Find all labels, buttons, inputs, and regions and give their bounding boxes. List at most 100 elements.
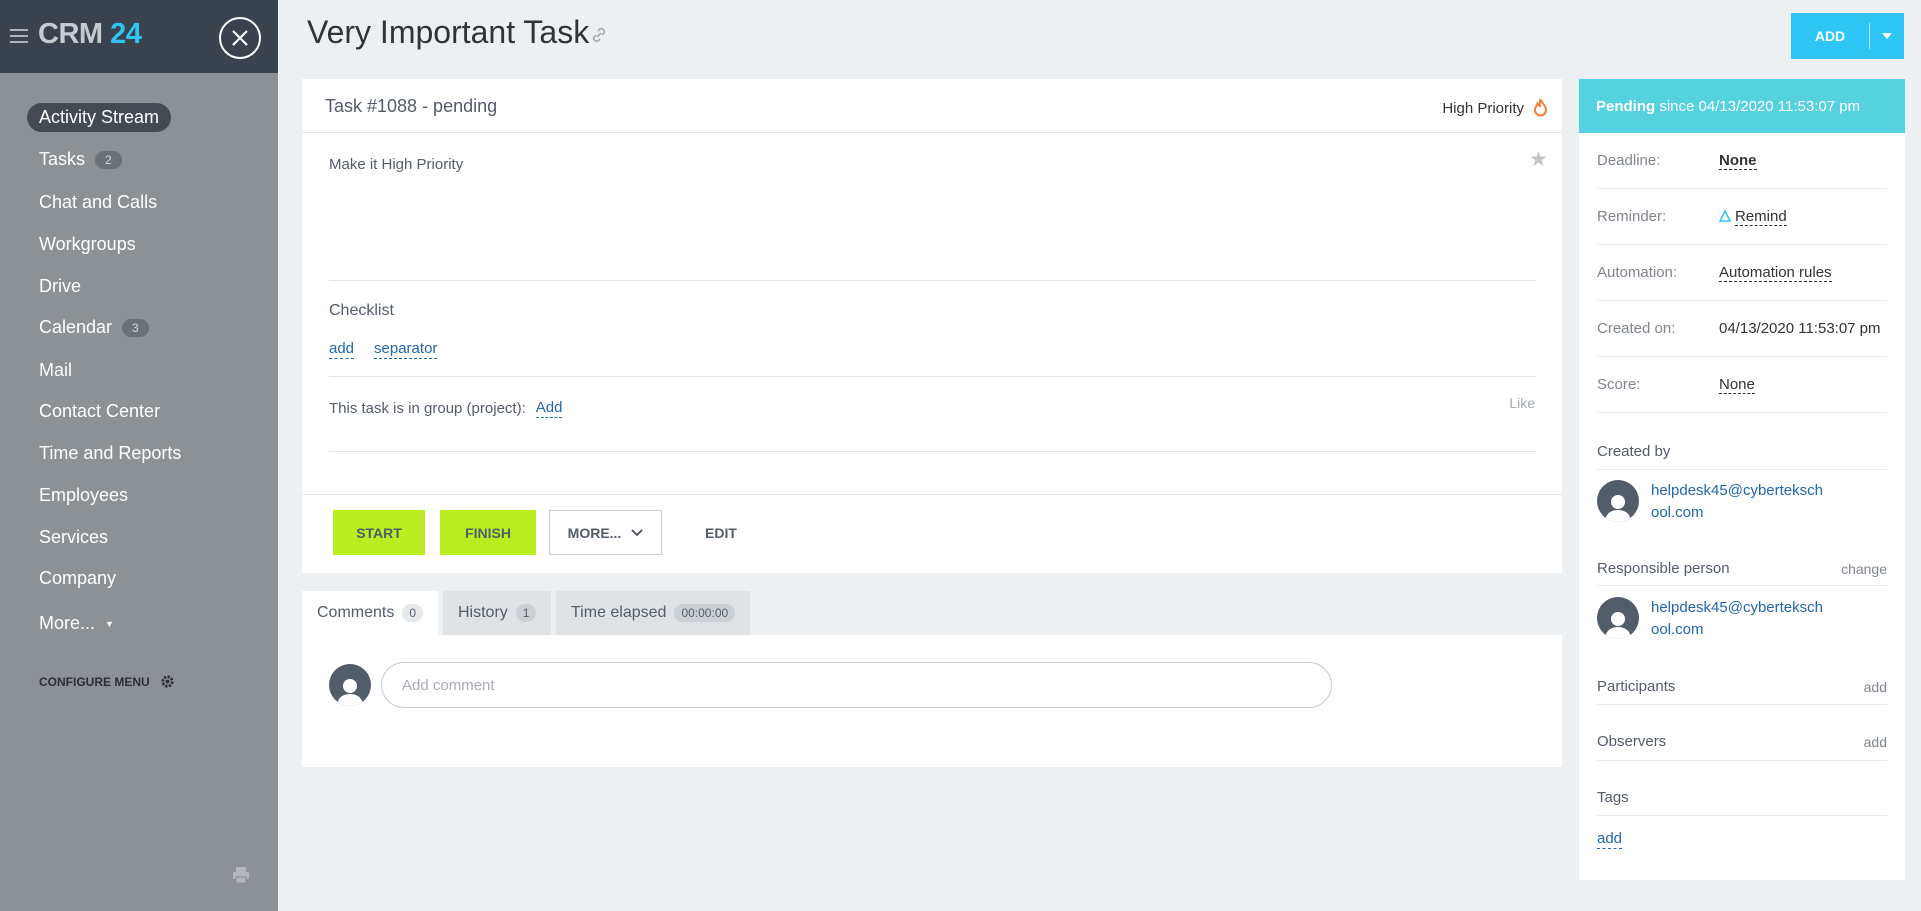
sidebar-item-label: Drive xyxy=(39,276,82,296)
more-button-label: MORE... xyxy=(567,524,622,541)
logo[interactable]: CRM 24 xyxy=(38,18,142,51)
close-slider-button[interactable] xyxy=(219,17,261,59)
divider xyxy=(1597,760,1887,761)
responsible-email-link[interactable]: helpdesk45@cybertekschool.com xyxy=(1651,597,1826,641)
user-icon xyxy=(337,679,363,706)
close-icon xyxy=(232,30,248,46)
task-header: Task #1088 - pending High Priority xyxy=(302,79,1562,133)
star-icon[interactable]: ★ xyxy=(1529,147,1548,172)
checklist-title: Checklist xyxy=(329,302,394,319)
configure-menu-button[interactable]: CONFIGURE MENU xyxy=(39,674,175,689)
avatar[interactable] xyxy=(1597,480,1639,522)
divider xyxy=(1597,469,1887,470)
remind-link[interactable]: Remind xyxy=(1719,208,1787,226)
created-on-row: Created on: 04/13/2020 11:53:07 pm xyxy=(1597,301,1887,357)
add-dropdown-arrow[interactable] xyxy=(1870,33,1904,39)
sidebar-item-label: Tasks xyxy=(39,149,86,169)
observers-add-link[interactable]: add xyxy=(1864,734,1887,750)
like-link[interactable]: Like xyxy=(1509,395,1535,411)
gear-icon xyxy=(161,675,174,688)
score-value[interactable]: None xyxy=(1719,376,1755,394)
created-by-label: Created by xyxy=(1597,443,1671,460)
sidebar-item-label: Activity Stream xyxy=(39,107,160,127)
sidebar-item-company[interactable]: Company xyxy=(39,568,116,589)
status-label: Pending xyxy=(1596,97,1656,115)
divider xyxy=(329,280,1536,281)
row-label: Deadline: xyxy=(1597,152,1661,169)
tab-time-elapsed[interactable]: Time elapsed 00:00:00 xyxy=(556,591,751,635)
edit-button[interactable]: EDIT xyxy=(690,510,752,555)
sidebar-item-employees[interactable]: Employees xyxy=(39,485,128,506)
add-button-label: ADD xyxy=(1814,28,1846,44)
automation-row: Automation: Automation rules xyxy=(1597,245,1887,301)
sidebar-item-chat-and-calls[interactable]: Chat and Calls xyxy=(39,192,157,213)
chevron-down-icon xyxy=(1882,33,1892,39)
tab-count: 00:00:00 xyxy=(674,604,736,622)
participants-add-link[interactable]: add xyxy=(1864,679,1887,695)
tags-label: Tags xyxy=(1597,789,1629,806)
task-card: Task #1088 - pending High Priority ★ Mak… xyxy=(302,79,1562,573)
sidebar-item-mail[interactable]: Mail xyxy=(39,360,72,381)
score-row: Score: None xyxy=(1597,357,1887,413)
checklist-add-link[interactable]: add xyxy=(329,340,355,359)
tab-comments[interactable]: Comments 0 xyxy=(302,591,439,635)
comment-placeholder: Add comment xyxy=(402,676,495,694)
sidebar-item-label: Calendar xyxy=(39,317,113,337)
tab-history[interactable]: History 1 xyxy=(443,591,552,635)
add-button[interactable]: ADD xyxy=(1791,13,1904,59)
divider xyxy=(1597,704,1887,705)
automation-rules-link[interactable]: Automation rules xyxy=(1719,264,1832,282)
link-icon[interactable] xyxy=(591,27,607,48)
hamburger-icon[interactable] xyxy=(10,29,28,43)
row-label: Score: xyxy=(1597,376,1641,393)
sidebar-item-label: More... xyxy=(39,613,96,633)
comment-input[interactable]: Add comment xyxy=(381,662,1332,708)
sidebar-item-tasks[interactable]: Tasks 2 xyxy=(39,149,122,170)
start-button[interactable]: START xyxy=(333,510,425,555)
tab-label: Comments xyxy=(317,604,395,621)
sidebar-item-workgroups[interactable]: Workgroups xyxy=(39,234,136,255)
sidebar-item-drive[interactable]: Drive xyxy=(39,276,81,297)
tab-count: 0 xyxy=(402,604,424,622)
caret-down-icon: ▼ xyxy=(105,618,114,629)
counter-badge: 2 xyxy=(95,150,122,169)
user-icon xyxy=(1605,495,1631,522)
tab-count: 1 xyxy=(515,604,537,622)
deadline-value[interactable]: None xyxy=(1719,152,1757,170)
sidebar-item-label: Workgroups xyxy=(39,234,136,254)
group-add-link[interactable]: Add xyxy=(535,399,563,418)
finish-button[interactable]: FINISH xyxy=(440,510,536,555)
sidebar-item-label: Mail xyxy=(39,360,73,380)
sidebar-item-calendar[interactable]: Calendar 3 xyxy=(39,317,149,338)
chevron-down-icon xyxy=(631,528,644,536)
task-description: Make it High Priority xyxy=(329,156,464,173)
tab-label: Time elapsed xyxy=(571,604,667,621)
priority-label[interactable]: High Priority xyxy=(1442,100,1524,117)
observers-label: Observers xyxy=(1597,733,1667,750)
sidebar-item-activity-stream[interactable]: Activity Stream xyxy=(27,103,172,132)
sidebar-item-label: Contact Center xyxy=(39,401,161,421)
task-id: Task #1088 - pending xyxy=(325,96,498,116)
checklist-separator-link[interactable]: separator xyxy=(374,340,438,359)
sidebar-item-time-and-reports[interactable]: Time and Reports xyxy=(39,443,181,464)
group-label: This task is in group (project): xyxy=(329,400,526,417)
responsible-person: helpdesk45@cybertekschool.com xyxy=(1597,597,1826,641)
responsible-label: Responsible person xyxy=(1597,560,1730,577)
tags-add-link[interactable]: add xyxy=(1597,830,1623,849)
sidebar-item-contact-center[interactable]: Contact Center xyxy=(39,401,160,422)
tab-label: History xyxy=(458,604,508,621)
created-by-email-link[interactable]: helpdesk45@cybertekschool.com xyxy=(1651,480,1831,524)
sidebar-item-more[interactable]: More... ▼ xyxy=(39,613,114,634)
print-icon[interactable] xyxy=(232,866,250,889)
reminder-row: Reminder: Remind xyxy=(1597,189,1887,245)
participants-label: Participants xyxy=(1597,678,1676,695)
avatar[interactable] xyxy=(1597,597,1639,639)
more-button[interactable]: MORE... xyxy=(549,510,662,555)
row-label: Created on: xyxy=(1597,320,1676,337)
sidebar-item-services[interactable]: Services xyxy=(39,527,108,548)
row-label: Automation: xyxy=(1597,264,1678,281)
created-on-value: 04/13/2020 11:53:07 pm xyxy=(1719,320,1881,337)
flame-icon[interactable] xyxy=(1533,98,1548,122)
responsible-change-link[interactable]: change xyxy=(1841,561,1887,577)
divider xyxy=(1597,585,1887,586)
